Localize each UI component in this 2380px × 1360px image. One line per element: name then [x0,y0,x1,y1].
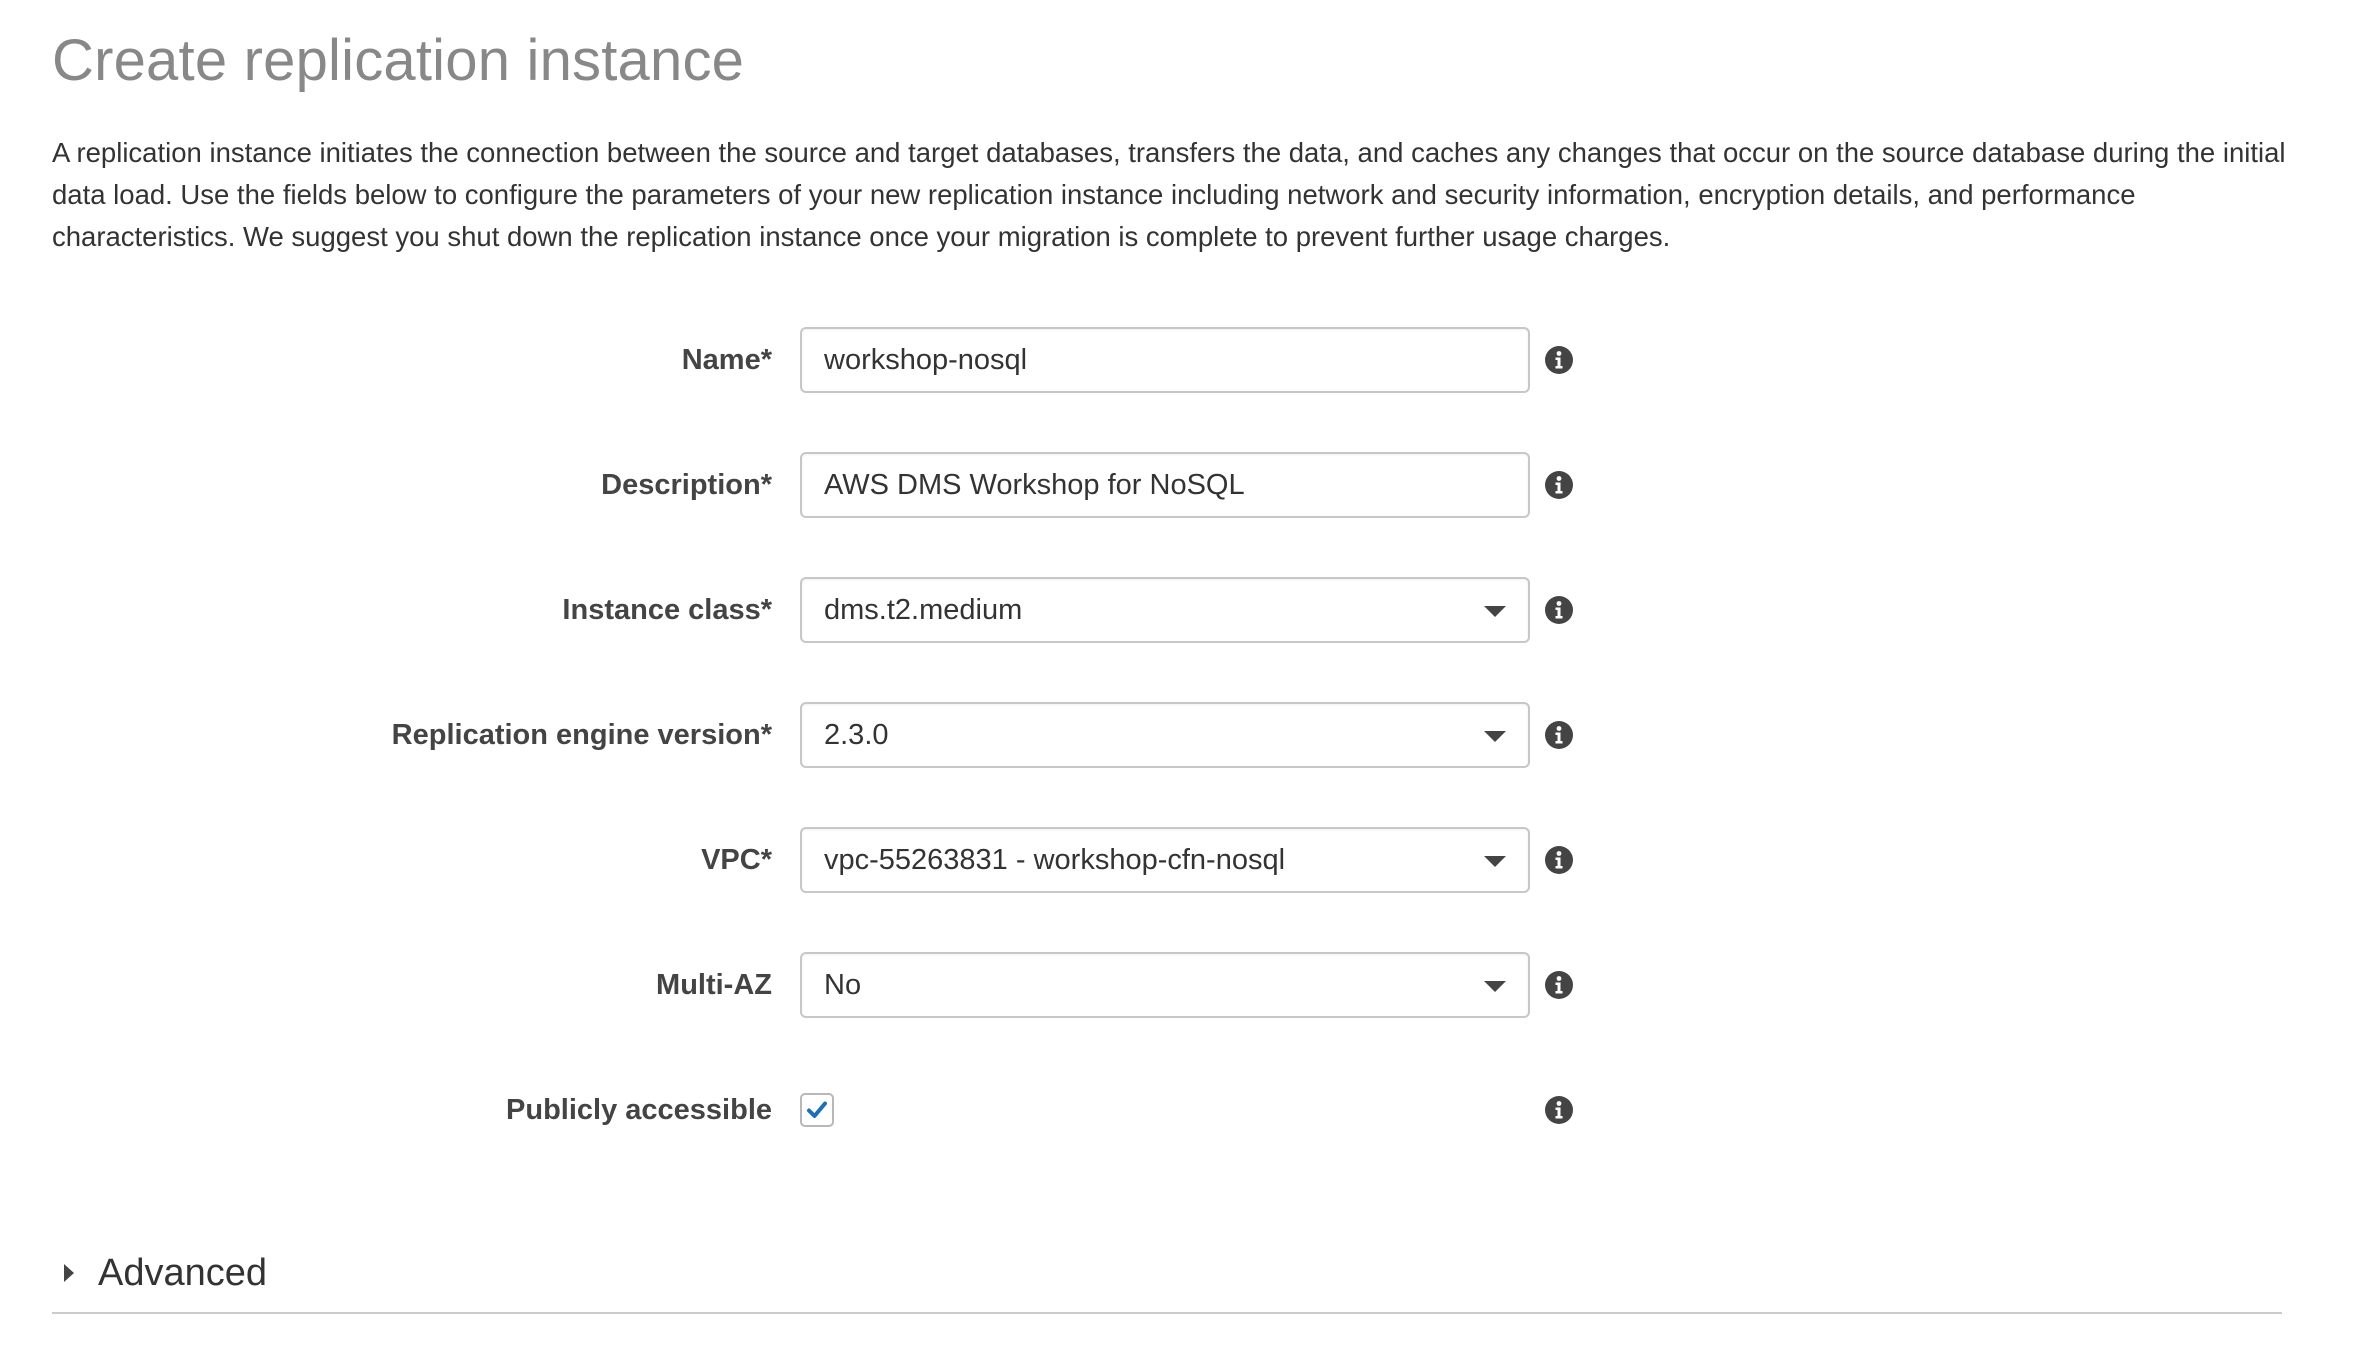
publicly-accessible-row: Publicly accessible [52,1077,1652,1143]
info-icon[interactable] [1544,970,1574,1000]
multi-az-select[interactable]: No [800,952,1530,1018]
info-icon[interactable] [1544,595,1574,625]
info-icon[interactable] [1544,345,1574,375]
engine-version-label: Replication engine version* [391,719,772,751]
info-icon[interactable] [1544,720,1574,750]
name-row: Name* workshop-nosql [52,327,1652,393]
engine-version-selected: 2.3.0 [824,719,889,751]
chevron-down-icon [1484,731,1506,742]
engine-version-select[interactable]: 2.3.0 [800,702,1530,768]
chevron-down-icon [1484,856,1506,867]
info-icon[interactable] [1544,845,1574,875]
name-label: Name* [681,344,772,376]
multi-az-row: Multi-AZ No [52,952,1652,1018]
multi-az-label: Multi-AZ [656,969,772,1001]
vpc-select[interactable]: vpc-55263831 - workshop-cfn-nosql [800,827,1530,893]
caret-right-icon [64,1264,74,1282]
vpc-row: VPC* vpc-55263831 - workshop-cfn-nosql [52,827,1652,893]
checkmark-icon [807,1101,827,1118]
chevron-down-icon [1484,606,1506,617]
chevron-down-icon [1484,981,1506,992]
publicly-accessible-checkbox[interactable] [800,1093,834,1127]
instance-class-label: Instance class* [562,594,772,626]
engine-version-row: Replication engine version* 2.3.0 [52,702,1652,768]
vpc-label: VPC* [701,844,772,876]
instance-class-select[interactable]: dms.t2.medium [800,577,1530,643]
name-input-value: workshop-nosql [824,344,1028,376]
description-label: Description* [601,469,772,501]
vpc-selected: vpc-55263831 - workshop-cfn-nosql [824,844,1286,876]
info-icon[interactable] [1544,1095,1574,1125]
description-input[interactable]: AWS DMS Workshop for NoSQL [800,452,1530,518]
multi-az-selected: No [824,969,862,1001]
replication-instance-form: Name* workshop-nosql Description* AWS DM… [52,0,2292,1200]
page: Create replication instance A replicatio… [52,0,2292,1360]
info-icon[interactable] [1544,470,1574,500]
description-input-value: AWS DMS Workshop for NoSQL [824,469,1245,501]
instance-class-selected: dms.t2.medium [824,594,1023,626]
advanced-label: Advanced [98,1252,268,1294]
publicly-accessible-label: Publicly accessible [506,1094,772,1126]
instance-class-row: Instance class* dms.t2.medium [52,577,1652,643]
advanced-section-toggle[interactable]: Advanced [52,1240,2282,1314]
name-input[interactable]: workshop-nosql [800,327,1530,393]
description-row: Description* AWS DMS Workshop for NoSQL [52,452,1652,518]
